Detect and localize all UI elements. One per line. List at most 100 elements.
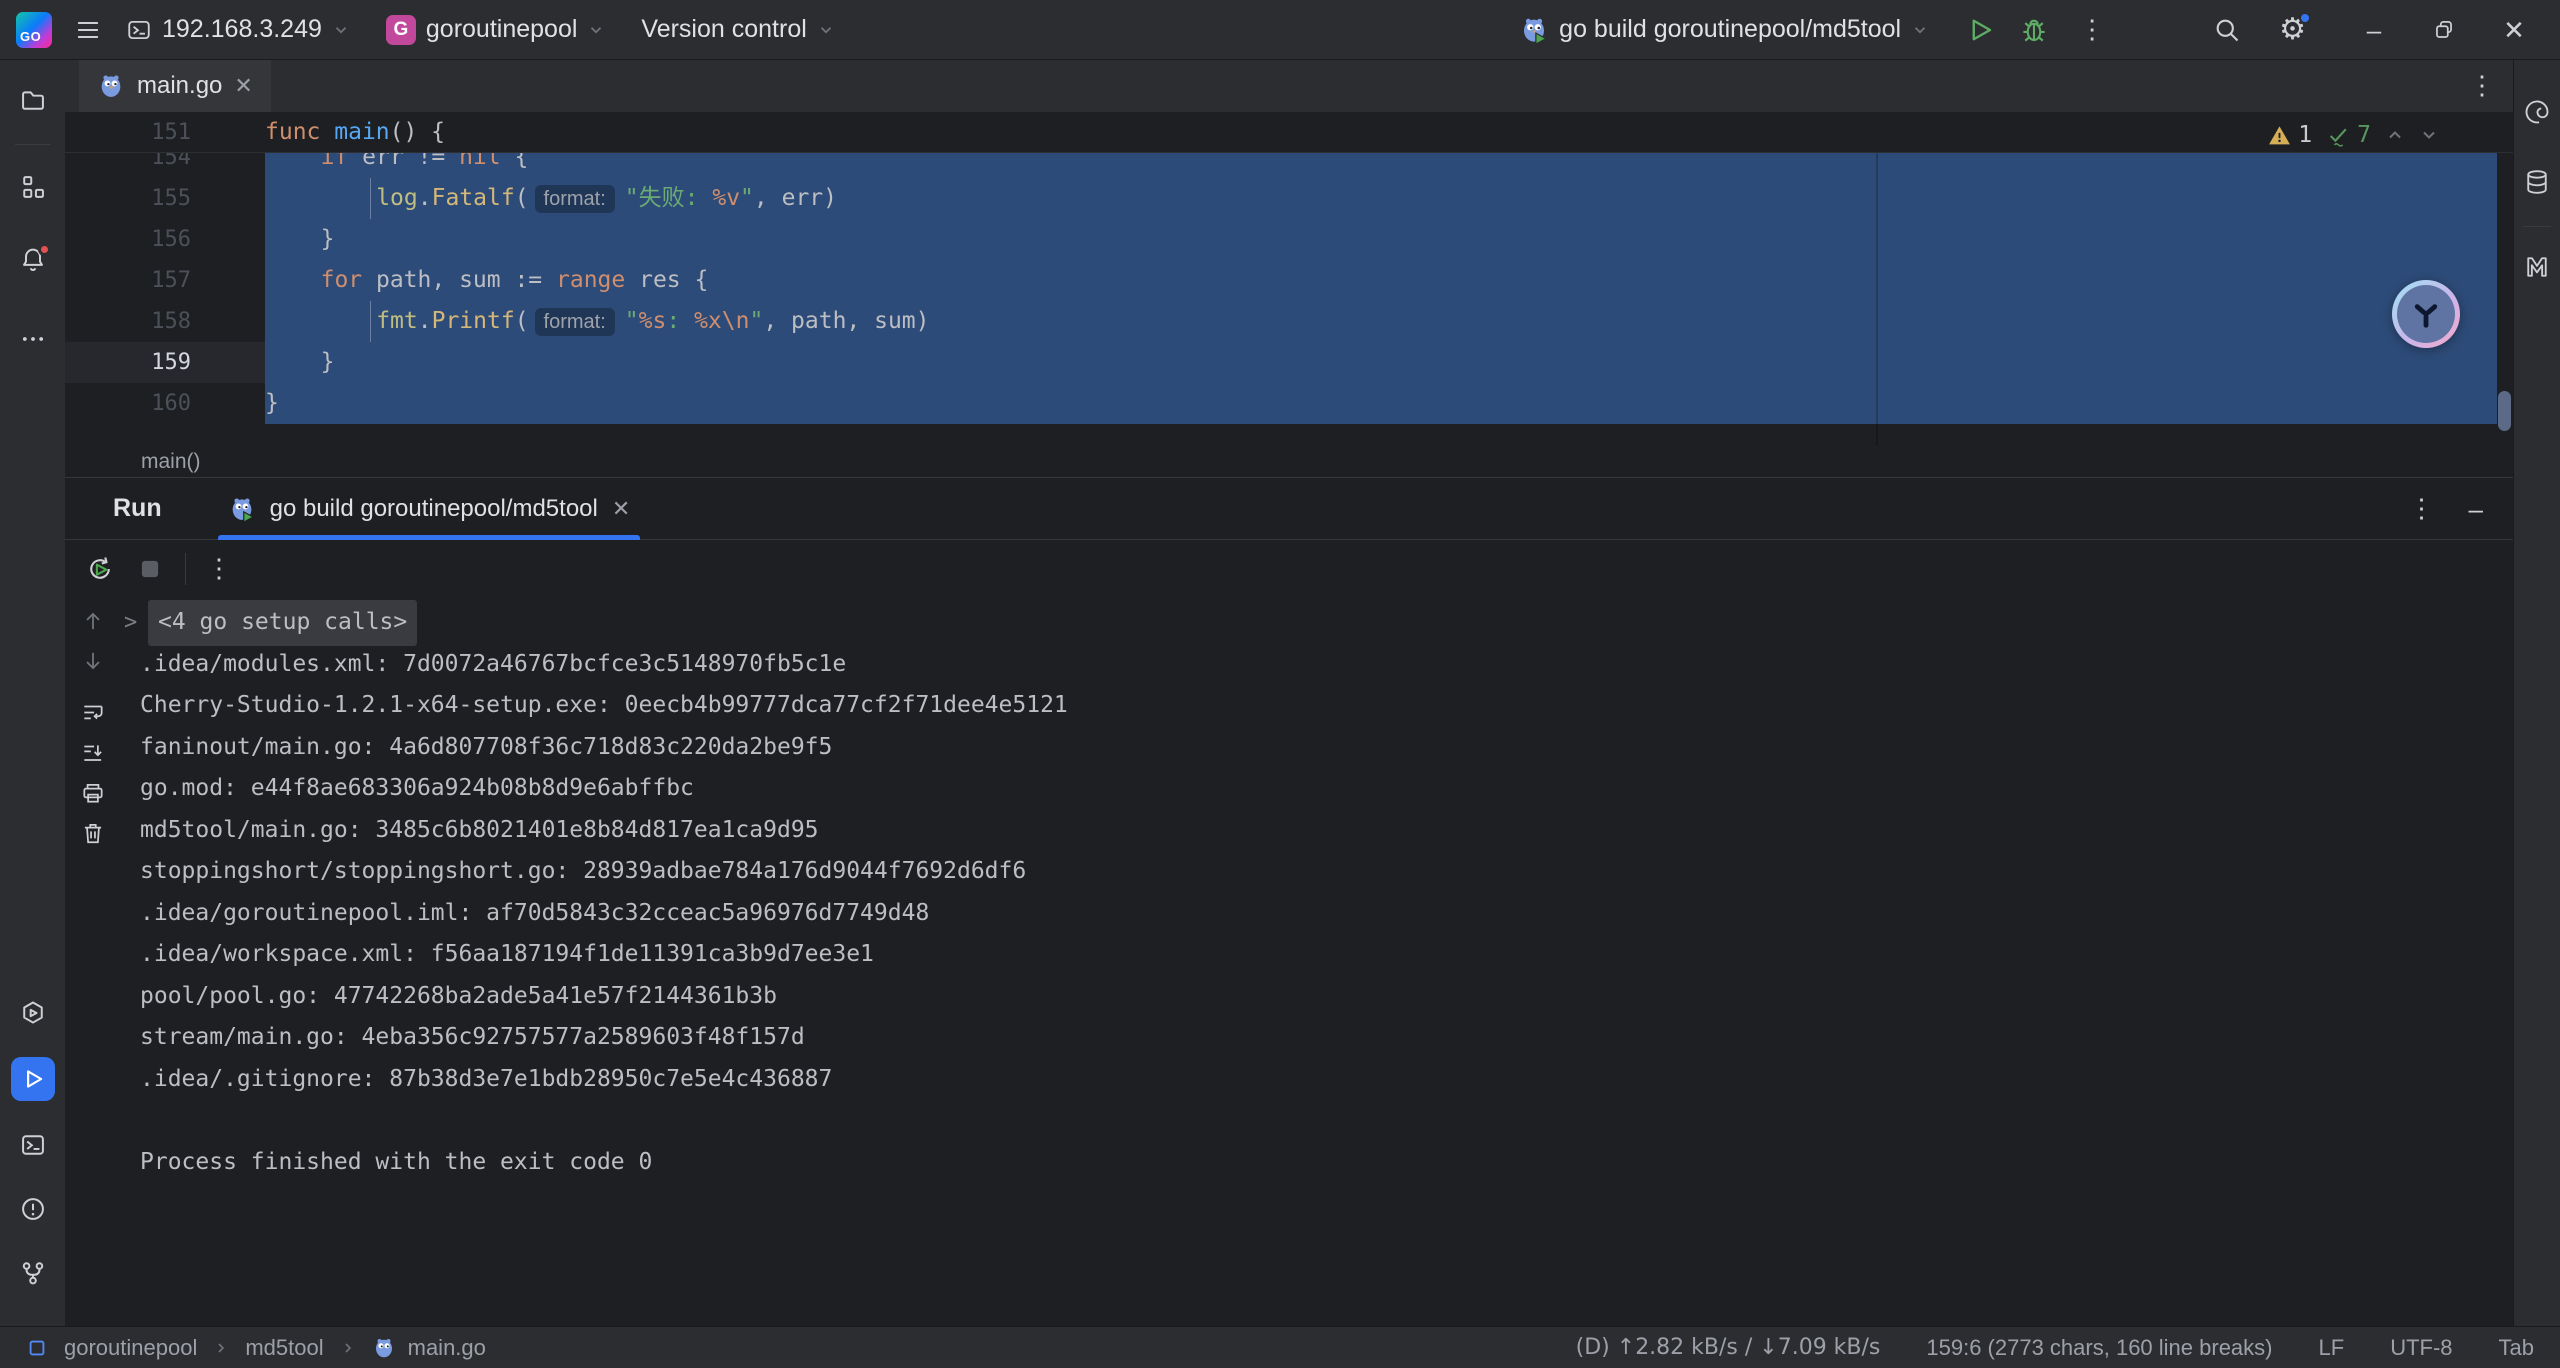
goland-logo-icon: GO: [16, 12, 52, 48]
line-number[interactable]: 156: [65, 219, 265, 260]
previous-problem-button[interactable]: [2385, 125, 2405, 145]
inlay-hint: format:: [535, 185, 615, 213]
code-token: ": [749, 308, 763, 334]
console-line-text: .idea/workspace.xml: f56aa187194f1de1139…: [140, 934, 874, 976]
encoding-widget[interactable]: UTF-8: [2390, 1335, 2452, 1361]
tab-close-button[interactable]: ✕: [234, 73, 252, 99]
previous-occurrence-button[interactable]: [80, 608, 106, 634]
code-line-158[interactable]: 158fmt.Printf(format:"%s: %x\n", path, s…: [65, 301, 2497, 342]
debug-button[interactable]: [2019, 15, 2049, 45]
kebab-icon: ⋮: [2079, 18, 2105, 41]
caret-position-widget[interactable]: 159:6 (2773 chars, 160 line breaks): [1926, 1335, 2272, 1361]
line-number[interactable]: 160: [65, 383, 265, 424]
line-number[interactable]: 159: [65, 342, 265, 383]
tab-list-button[interactable]: ⋮: [2469, 74, 2495, 97]
minimize-button[interactable]: –: [2346, 8, 2402, 52]
code-token: .: [418, 185, 432, 211]
terminal-tool-button[interactable]: [11, 1125, 55, 1165]
hide-panel-button[interactable]: –: [2469, 496, 2483, 522]
scroll-to-end-button[interactable]: [80, 740, 106, 766]
ai-assistant-button[interactable]: [2515, 92, 2559, 132]
more-tool-windows-button[interactable]: [11, 319, 55, 359]
breadcrumb-folder[interactable]: md5tool: [245, 1335, 323, 1361]
run-tab-close-button[interactable]: ✕: [612, 496, 630, 522]
soft-wrap-button[interactable]: [80, 700, 106, 726]
code-line-159[interactable]: 159}: [65, 342, 2497, 383]
project-selector[interactable]: G goroutinepool: [376, 7, 616, 53]
clear-all-button[interactable]: [80, 820, 106, 846]
restore-button[interactable]: [2416, 8, 2472, 52]
breadcrumb-file[interactable]: main.go: [372, 1335, 486, 1361]
indent-guide: [370, 301, 371, 342]
line-number[interactable]: 158: [65, 301, 265, 342]
toolbar-divider: [185, 553, 186, 585]
warnings-widget[interactable]: 1: [2267, 122, 2312, 148]
editor-tab-strip: main.go ✕ ⋮: [65, 60, 2513, 112]
editor-tab-main-go[interactable]: main.go ✕: [79, 60, 271, 112]
code-token: ": [625, 308, 639, 334]
structure-tool-button[interactable]: [11, 167, 55, 207]
settings-button[interactable]: ⚙: [2279, 15, 2306, 45]
code-line-155[interactable]: 155log.Fatalf(format:"失败: %v", err): [65, 178, 2497, 219]
services-tool-button[interactable]: [11, 993, 55, 1033]
line-number[interactable]: 155: [65, 178, 265, 219]
breadcrumb-project[interactable]: goroutinepool: [64, 1335, 197, 1361]
play-icon: [1965, 15, 1995, 45]
next-occurrence-button[interactable]: [80, 648, 106, 674]
project-badge: G: [386, 15, 416, 45]
console-line-text: Process finished with the exit code 0: [140, 1142, 652, 1184]
ok-widget[interactable]: 7: [2326, 122, 2371, 148]
more-actions-button[interactable]: ⋮: [2079, 18, 2105, 41]
remote-host-selector[interactable]: 192.168.3.249: [116, 7, 360, 52]
code-token: %v: [712, 185, 740, 211]
ai-swirl-icon: [2523, 98, 2551, 126]
run-button[interactable]: [1965, 15, 1995, 45]
project-tool-button[interactable]: [11, 80, 55, 120]
project-name: goroutinepool: [426, 15, 578, 44]
code-line-156[interactable]: 156}: [65, 219, 2497, 260]
console-line: .idea/.gitignore: 87b38d3e7e1bdb28950c7e…: [120, 1059, 2513, 1101]
print-button[interactable]: [80, 780, 106, 806]
console-output[interactable]: ><4 go setup calls>.idea/modules.xml: 7d…: [120, 598, 2513, 1326]
remote-host-label: 192.168.3.249: [162, 15, 322, 44]
code-line-160[interactable]: 160}: [65, 383, 2497, 424]
code-token: "失败:: [625, 185, 713, 211]
notifications-button[interactable]: [11, 239, 55, 279]
line-number[interactable]: 157: [65, 260, 265, 301]
expand-chevron-icon[interactable]: >: [124, 602, 142, 644]
close-button[interactable]: ✕: [2486, 8, 2542, 52]
code-editor[interactable]: 151 func main() { 154if err != nil {155l…: [65, 112, 2513, 446]
run-configuration-selector[interactable]: go build goroutinepool/md5tool: [1509, 7, 1939, 53]
inspections-widget[interactable]: 1 7: [2259, 118, 2447, 152]
vcs-widget[interactable]: Version control: [631, 7, 844, 52]
editor-scrollbar-thumb[interactable]: [2498, 391, 2511, 431]
main-menu-button[interactable]: [74, 16, 102, 44]
console-more-button[interactable]: ⋮: [206, 557, 232, 580]
database-button[interactable]: [2515, 162, 2559, 202]
ai-floating-button[interactable]: [2392, 280, 2460, 348]
run-tab[interactable]: go build goroutinepool/md5tool ✕: [218, 478, 641, 540]
chevron-down-icon: [587, 21, 605, 39]
run-tool-button[interactable]: [11, 1057, 55, 1101]
exclamation-circle-icon: [19, 1195, 47, 1223]
search-everywhere-button[interactable]: [2213, 16, 2241, 44]
code-token: res {: [625, 267, 708, 293]
indent-widget[interactable]: Tab: [2499, 1335, 2534, 1361]
git-tool-button[interactable]: [11, 1253, 55, 1293]
console-line-text: md5tool/main.go: 3485c6b8021401e8b84d817…: [140, 810, 819, 852]
rerun-button[interactable]: [85, 554, 115, 584]
console-gutter: [65, 598, 120, 1326]
vcs-label: Version control: [641, 15, 806, 44]
play-icon: [20, 1066, 46, 1092]
line-separator-widget[interactable]: LF: [2319, 1335, 2345, 1361]
next-problem-button[interactable]: [2419, 125, 2439, 145]
run-panel-more-button[interactable]: ⋮: [2409, 497, 2435, 520]
terminal-icon: [19, 1131, 47, 1159]
m-plugin-button[interactable]: [2515, 247, 2559, 287]
console-line: go.mod: e44f8ae683306a924b08b8d9e6abffbc: [120, 768, 2513, 810]
stop-button[interactable]: [135, 554, 165, 584]
network-speed-widget[interactable]: (D) ↑2.82 kB/s / ↓7.09 kB/s: [1576, 1335, 1881, 1360]
problems-tool-button[interactable]: [11, 1189, 55, 1229]
code-line-157[interactable]: 157for path, sum := range res {: [65, 260, 2497, 301]
warning-icon: [2267, 123, 2292, 148]
